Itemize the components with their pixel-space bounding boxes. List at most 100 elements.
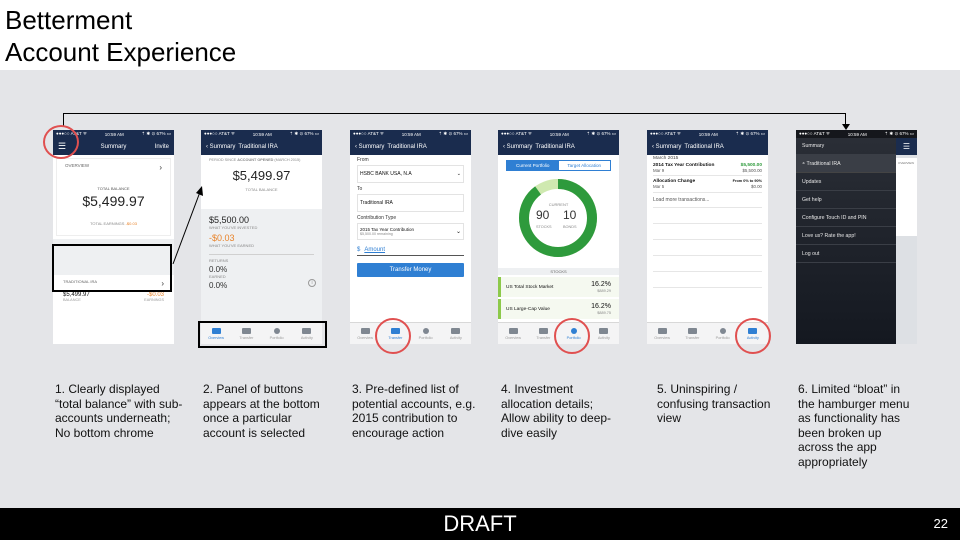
- draft-label: DRAFT: [443, 511, 517, 536]
- back-label: Summary: [358, 143, 385, 150]
- back-button[interactable]: ‹ Summary: [503, 144, 532, 150]
- annotation-arrow: [172, 186, 203, 265]
- tab-label: Transfer: [536, 335, 551, 340]
- phone-portfolio: ●●●○○ AT&T ᯤ 10:59 AM ⇡ ✱ ⊙ 67% ▭ ‹ Summar…: [498, 130, 619, 344]
- amount-input[interactable]: $ Amount: [357, 245, 464, 256]
- menu-item-updates[interactable]: Updates: [796, 173, 896, 191]
- carrier-label: ●●●○○ AT&T ᯤ: [799, 131, 831, 136]
- status-icons: ⇡ ✱ ⊙ 67% ▭: [289, 131, 319, 136]
- clock-label: 10:59 AM: [698, 131, 718, 137]
- tab-portfolio[interactable]: Portfolio: [708, 323, 738, 344]
- tab-label: Transfer: [685, 335, 700, 340]
- slide-title: Betterment Account Experience: [5, 4, 236, 68]
- tab-label: Activity: [597, 335, 610, 340]
- title-line-2: Account Experience: [5, 37, 237, 67]
- nav-title: Traditional IRA: [238, 143, 278, 150]
- tab-activity[interactable]: Activity: [441, 323, 471, 344]
- status-bar: ●●●○○ AT&T ᯤ 10:59 AM ⇡ ✱ ⊙ 67% ▭: [796, 130, 917, 138]
- list-icon: [451, 327, 461, 334]
- to-select[interactable]: Traditional IRA: [357, 194, 464, 212]
- tab-overview[interactable]: Overview: [647, 323, 677, 344]
- tx-value: $0.00: [751, 184, 762, 189]
- phone-summary: ●●●○○ AT&T ᯤ 10:59 AM ⇡ ✱ ⊙ 67% ▭ ☰ Summar…: [53, 130, 174, 344]
- balance-label: BALANCE: [63, 298, 81, 302]
- annotation-box: [52, 244, 172, 292]
- clock-label: 10:59 AM: [847, 131, 867, 137]
- transaction-row[interactable]: Allocation Change From 0% to 90% Mar 5 $0.…: [653, 176, 762, 193]
- menu-item-summary[interactable]: Summary: [796, 138, 896, 155]
- pie-chart-icon: [719, 327, 726, 334]
- back-label: Summary: [506, 143, 533, 150]
- annotation-circle: [43, 125, 79, 159]
- earned-pct-label: EARNED: [209, 274, 226, 279]
- overview-card[interactable]: OVERVIEW › TOTAL BALANCE $5,499.97 TOTAL …: [56, 158, 171, 236]
- carrier-label: ●●●○○ AT&T ᯤ: [650, 131, 682, 136]
- chevron-down-icon: ⌄: [456, 171, 461, 177]
- contribution-type-select[interactable]: 2015 Tax Year Contribution $5,500.00 rema…: [357, 223, 464, 240]
- chevron-right-icon: ›: [159, 163, 162, 172]
- tab-overview[interactable]: Overview: [498, 323, 528, 344]
- annotation-circle: [375, 318, 411, 354]
- menu-item-get-help[interactable]: Get help: [796, 191, 896, 209]
- annotation-circle: [554, 318, 590, 354]
- back-button[interactable]: ‹ Summary: [355, 144, 384, 150]
- back-button[interactable]: ‹ Summary: [206, 144, 235, 150]
- stocks-label: STOCKS: [536, 225, 552, 229]
- caption-6: 6. Limited “bloat” in the hamburger menu…: [798, 382, 910, 469]
- info-icon[interactable]: i: [308, 279, 316, 287]
- bonds-value: 10: [563, 208, 577, 222]
- earned-pct: 0.0%: [209, 265, 228, 274]
- invite-button[interactable]: Invite: [155, 144, 169, 150]
- back-button[interactable]: ‹ Summary: [652, 144, 681, 150]
- load-more-link[interactable]: Load more transactions...: [653, 193, 762, 208]
- content-peek[interactable]: ☰ OVERVIEW: [896, 138, 917, 344]
- status-icons: ⇡ ✱ ⊙ 67% ▭: [735, 131, 765, 136]
- segment-current-portfolio[interactable]: Current Portfolio: [507, 161, 559, 170]
- hamburger-icon[interactable]: ☰: [896, 138, 917, 155]
- status-bar: ●●●○○ AT&T ᯤ 10:59 AM ⇡ ✱ ⊙ 67% ▭: [350, 130, 471, 138]
- phone-account-detail: ●●●○○ AT&T ᯤ 10:59 AM ⇡ ✱ ⊙ 67% ▭ ‹ Summar…: [201, 130, 322, 344]
- menu-item-touch-id[interactable]: Configure Touch ID and PIN: [796, 209, 896, 227]
- stocks-value: 90: [536, 208, 550, 222]
- earnings-label: EARNINGS: [144, 298, 164, 302]
- transfer-arrows-icon: [538, 327, 548, 334]
- holding-pct: 16.2%: [591, 302, 611, 310]
- overview-label: OVERVIEW: [65, 163, 90, 168]
- menu-item-label: Traditional IRA: [806, 161, 841, 167]
- menu-item-rate-app[interactable]: Love us? Rate the app!: [796, 227, 896, 245]
- tx-date: Mar 9: [653, 168, 665, 173]
- tab-activity[interactable]: Activity: [589, 323, 619, 344]
- earned-label: WHAT YOU'VE EARNED: [209, 243, 254, 248]
- tab-label: Portfolio: [418, 335, 433, 340]
- clock-label: 10:59 AM: [104, 131, 124, 137]
- status-icons: ⇡ ✱ ⊙ 67% ▭: [438, 131, 468, 136]
- currency-symbol: $: [357, 247, 361, 253]
- menu-item-log-out[interactable]: Log out: [796, 245, 896, 263]
- chevron-down-icon: ⌄: [455, 229, 461, 235]
- stocks-section-header: STOCKS: [498, 268, 619, 275]
- allocation-donut[interactable]: CURRENT 90 10 STOCKS BONDS: [498, 171, 619, 263]
- transfer-arrows-icon: [687, 327, 697, 334]
- phone-transfer: ●●●○○ AT&T ᯤ 10:59 AM ⇡ ✱ ⊙ 67% ▭ ‹ Summar…: [350, 130, 471, 344]
- from-select[interactable]: HSBC BANK USA, N.A ⌄: [357, 165, 464, 183]
- nav-bar: ‹ Summary Traditional IRA: [201, 138, 322, 155]
- tab-portfolio[interactable]: Portfolio: [411, 323, 441, 344]
- phone-hamburger-menu: ●●●○○ AT&T ᯤ 10:59 AM ⇡ ✱ ⊙ 67% ▭ Summary …: [796, 130, 917, 344]
- holding-name: US Total Stock Market: [506, 284, 554, 290]
- transaction-row[interactable]: 2014 Tax Year Contribution $5,500.00 Mar …: [653, 161, 762, 176]
- period-prefix: PERIOD SINCE: [209, 158, 237, 162]
- menu-item-traditional-ira[interactable]: ◓ Traditional IRA: [796, 155, 896, 173]
- phone-activity: ●●●○○ AT&T ᯤ 10:59 AM ⇡ ✱ ⊙ 67% ▭ ‹ Summar…: [647, 130, 768, 344]
- menu-panel: Summary ◓ Traditional IRA Updates Get he…: [796, 138, 896, 344]
- segment-target-allocation[interactable]: Target Allocation: [559, 161, 611, 170]
- transfer-money-button[interactable]: Transfer Money: [357, 263, 464, 277]
- holding-amount: $889.29: [597, 288, 611, 293]
- earned-value: -$0.03: [209, 233, 235, 243]
- second-pct: 0.0%: [209, 281, 228, 290]
- nav-bar: ‹ Summary Traditional IRA: [350, 138, 471, 155]
- tab-transfer[interactable]: Transfer: [677, 323, 707, 344]
- holding-row[interactable]: US Total Stock Market 16.2% $889.29: [498, 277, 619, 297]
- holding-row[interactable]: US Large-Cap Value 16.2% $889.75: [498, 299, 619, 319]
- back-label: Summary: [655, 143, 682, 150]
- invested-value: $5,500.00: [209, 215, 250, 225]
